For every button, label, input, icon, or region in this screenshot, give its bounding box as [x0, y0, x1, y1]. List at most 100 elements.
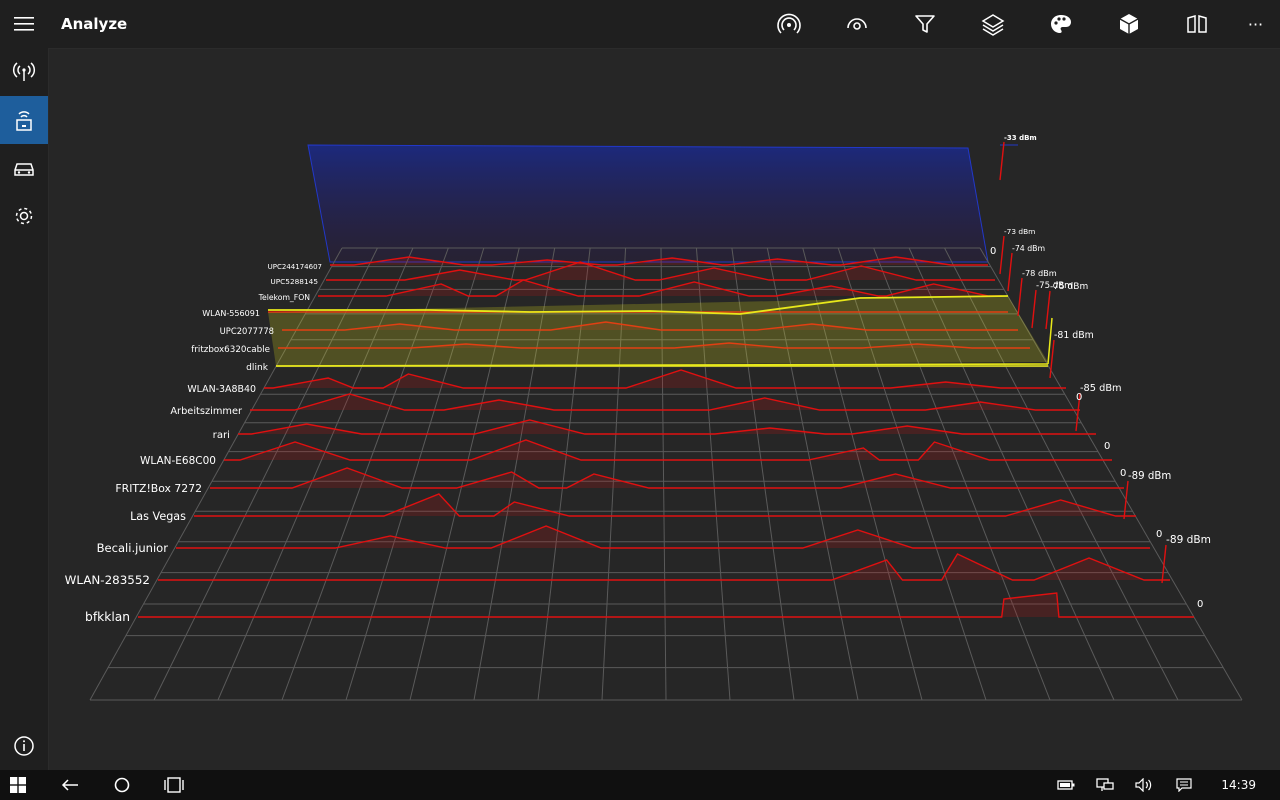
network-label: UPC244174607 — [268, 263, 322, 271]
dbm-marker-line — [999, 235, 1005, 275]
dbm-marker-line — [1045, 290, 1051, 330]
series-area — [176, 526, 1150, 548]
sidebar-item-drive-test[interactable] — [0, 144, 48, 192]
network-label: Becali.junior — [97, 541, 169, 555]
series-area — [250, 394, 1080, 410]
dbm-label: -73 dBm — [1004, 227, 1035, 236]
sidebar — [0, 48, 49, 770]
page-title: Analyze — [61, 15, 128, 33]
clock[interactable]: 14:39 — [1221, 770, 1256, 800]
network-label: Las Vegas — [130, 510, 186, 523]
battery-icon — [1057, 780, 1075, 790]
zero-label: 0 — [1104, 441, 1110, 452]
3d-view-button[interactable] — [1095, 0, 1163, 48]
gear-icon — [15, 207, 33, 225]
zero-label: 0 — [990, 246, 996, 257]
wifi-scan-button[interactable] — [755, 0, 823, 48]
more-button[interactable]: ··· — [1231, 0, 1280, 48]
series-line — [238, 419, 1096, 435]
dbm-marker-line — [999, 141, 1005, 181]
network-label: WLAN-556091 — [202, 309, 260, 318]
layers-button[interactable] — [959, 0, 1027, 48]
3d-signal-chart[interactable]: UPC244174607 UPC5288145 Telekom_FON WLAN-55… — [49, 49, 1280, 770]
network-label: FRITZ!Box 7272 — [115, 482, 202, 495]
dbm-label: -74 dBm — [1012, 244, 1045, 253]
filter-icon — [915, 15, 935, 33]
eye-icon — [847, 18, 867, 30]
taskbar: 14:39 — [0, 770, 1280, 800]
dbm-label: -85 dBm — [1080, 383, 1122, 394]
series-area — [264, 370, 1066, 388]
network-button[interactable] — [1091, 770, 1119, 800]
sidebar-item-settings[interactable] — [0, 192, 48, 240]
palette-icon — [1051, 15, 1071, 33]
series-line — [194, 493, 1136, 517]
network-label: UPC2077778 — [220, 326, 274, 336]
chart-area[interactable]: UPC244174607 UPC5288145 Telekom_FON WLAN-55… — [49, 49, 1280, 770]
dbm-marker-line — [1123, 480, 1129, 520]
circle-icon — [114, 777, 130, 793]
battery-button[interactable] — [1052, 770, 1080, 800]
dbm-label: -81 dBm — [1054, 330, 1094, 341]
router-icon — [16, 111, 32, 131]
series-line — [176, 525, 1150, 549]
zero-label: 0 — [1156, 529, 1162, 540]
dbm-label: -75 dBm — [1050, 282, 1088, 292]
compare-button[interactable] — [1163, 0, 1231, 48]
wifi-scan-icon — [777, 13, 801, 34]
dbm-marker-line — [1007, 252, 1013, 292]
network-icon — [1096, 778, 1114, 791]
start-button[interactable] — [0, 770, 36, 800]
title-bar: Analyze ··· — [0, 0, 1280, 49]
action-center-button[interactable] — [1170, 770, 1198, 800]
series-area — [210, 468, 1124, 488]
search-cortana-button[interactable] — [104, 770, 140, 800]
series-area — [238, 420, 1096, 434]
volume-icon — [1135, 778, 1152, 792]
task-view-icon — [164, 777, 184, 793]
palette-button[interactable] — [1027, 0, 1095, 48]
dbm-label: -89 dBm — [1128, 471, 1171, 482]
network-label: dlink — [246, 363, 269, 373]
back-button[interactable] — [52, 770, 88, 800]
car-icon — [14, 163, 34, 176]
dbm-label: -33 dBm — [1004, 134, 1037, 142]
back-arrow-icon — [61, 779, 78, 791]
network-label: rari — [213, 430, 230, 441]
network-label: WLAN-E68C00 — [140, 455, 216, 467]
network-label: UPC5288145 — [270, 277, 318, 286]
antenna-icon — [12, 62, 36, 81]
layers-icon — [981, 14, 1005, 36]
windows-logo-icon — [10, 777, 26, 793]
sidebar-item-about[interactable] — [0, 722, 48, 770]
sidebar-item-analyze[interactable] — [0, 96, 48, 144]
monitor-button[interactable] — [823, 0, 891, 48]
network-label: WLAN-3A8B40 — [187, 384, 256, 395]
dbm-label: -89 dBm — [1166, 534, 1211, 546]
dbm-marker-line — [1031, 289, 1037, 329]
hamburger-menu-button[interactable] — [0, 0, 48, 48]
dbm-label: -78 dBm — [1022, 268, 1057, 278]
dbm-marker-line — [1017, 277, 1023, 317]
zero-label: 0 — [1076, 392, 1082, 403]
info-icon — [14, 736, 34, 756]
network-label: bfkklan — [85, 610, 130, 624]
notification-icon — [1176, 778, 1192, 792]
network-label: Telekom_FON — [258, 293, 310, 302]
task-view-button[interactable] — [156, 770, 192, 800]
series-line — [224, 439, 1112, 461]
highlight-right-edge — [1047, 317, 1053, 365]
highlight-volume — [268, 296, 1048, 366]
zero-label: 0 — [1197, 599, 1203, 610]
network-label: WLAN-283552 — [65, 573, 150, 587]
filter-button[interactable] — [891, 0, 959, 48]
compare-icon — [1187, 15, 1207, 33]
hamburger-icon — [14, 17, 34, 31]
sidebar-item-networks[interactable] — [0, 48, 48, 96]
series-area — [194, 494, 1136, 516]
max-signal-plane — [307, 144, 989, 263]
series-area — [138, 593, 1194, 617]
zero-label: 0 — [1120, 468, 1126, 479]
network-label: fritzbox6320cable — [191, 345, 270, 355]
volume-button[interactable] — [1130, 770, 1158, 800]
